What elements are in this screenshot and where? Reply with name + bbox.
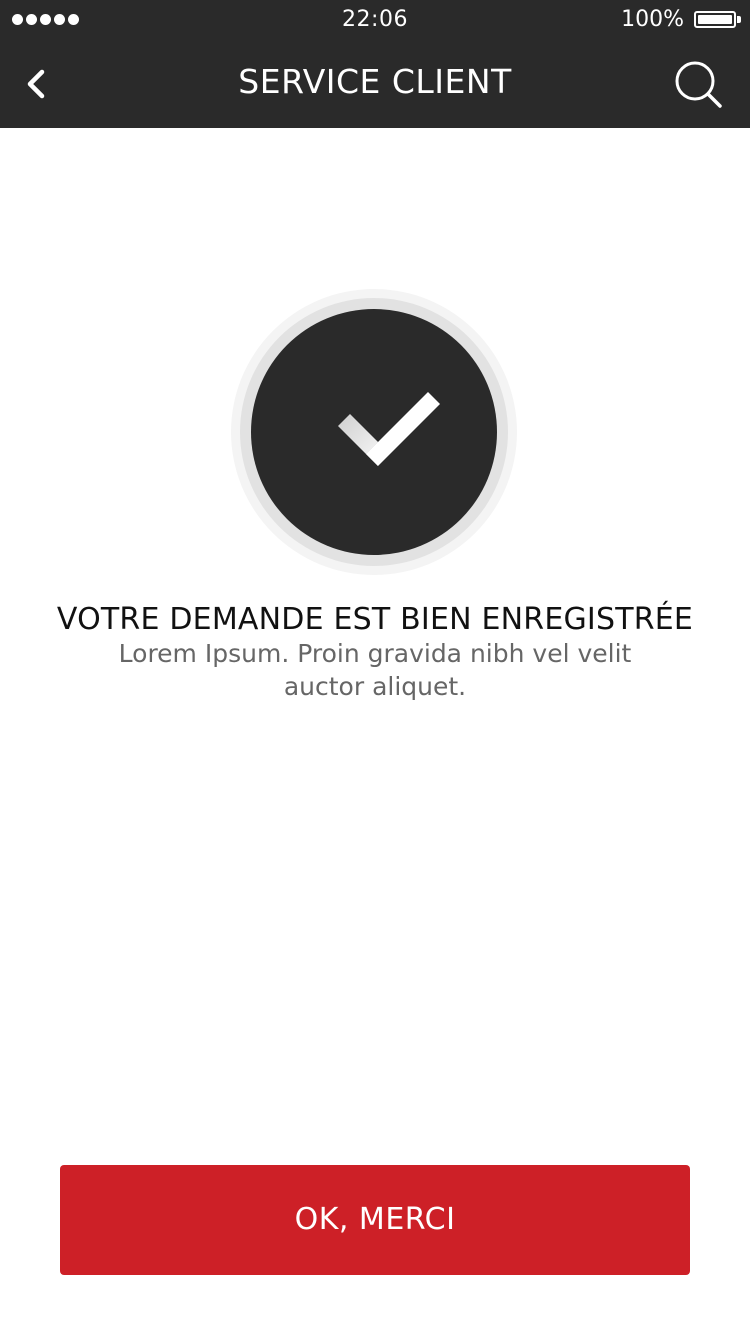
page-title: SERVICE CLIENT [238, 62, 512, 101]
battery-full-icon [694, 11, 736, 28]
success-badge [230, 288, 518, 576]
ok-button[interactable]: OK, MERCI [60, 1165, 690, 1275]
battery-percent: 100% [621, 7, 684, 32]
search-icon [675, 61, 722, 108]
battery-tip [737, 16, 741, 23]
search-button[interactable] [672, 58, 726, 112]
nav-bar: SERVICE CLIENT [0, 40, 750, 128]
top-bar: 22:06 100% SERVICE CLIENT [0, 0, 750, 128]
checkmark-icon [231, 289, 517, 575]
confirmation-subtext: Lorem Ipsum. Proin gravida nibh vel veli… [118, 639, 632, 701]
confirmation-headline: VOTRE DEMANDE EST BIEN ENREGISTRÉE [56, 602, 694, 637]
status-bar: 22:06 100% [0, 0, 750, 40]
